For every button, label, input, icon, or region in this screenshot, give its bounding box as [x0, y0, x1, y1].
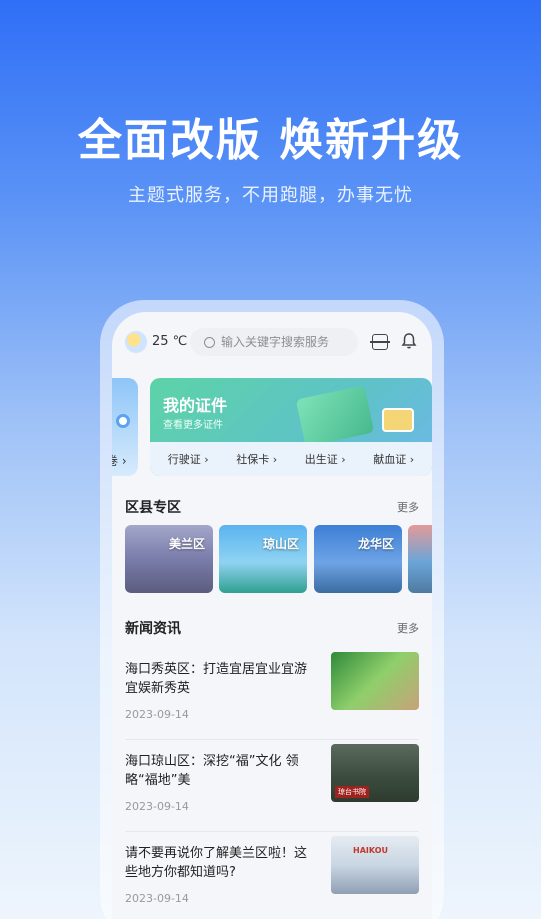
scan-icon[interactable] — [370, 334, 390, 350]
district-carousel: 美兰区 琼山区 龙华区 — [125, 525, 432, 595]
news-date: 2023-09-14 — [125, 708, 189, 721]
hero-title: 全面改版 焕新升级 — [77, 115, 464, 166]
card-emblem-icon — [116, 414, 130, 428]
link-social-security-card[interactable]: 社保卡 › — [236, 451, 277, 467]
search-bar[interactable] — [190, 328, 358, 356]
section-title: 新闻资讯 — [125, 621, 181, 637]
search-icon — [204, 336, 215, 348]
news-thumbnail — [331, 652, 419, 710]
certificate-illustration-icon — [295, 385, 375, 447]
thumbnail-caption: HAIKOU — [353, 846, 388, 855]
card-subtitle[interactable]: 查看更多证件 — [163, 416, 223, 431]
id-card-icon — [382, 408, 414, 432]
district-card-qiongshan[interactable]: 琼山区 — [219, 525, 307, 593]
districts-more-link[interactable]: 更多 — [397, 499, 419, 515]
district-label: 琼山区 — [262, 537, 299, 551]
news-title: 海口琼山区：深挖“福”文化 领略“福地”美 — [125, 754, 299, 788]
news-item[interactable]: 海口琼山区：深挖“福”文化 领略“福地”美 2023-09-14 琼台书院 — [125, 742, 419, 832]
district-card-next[interactable] — [408, 525, 432, 593]
link-birth-certificate[interactable]: 出生证 › — [305, 451, 346, 467]
news-list: 海口秀英区：打造宜居宜业宜游宜娱新秀英 2023-09-14 海口琼山区：深挖“… — [125, 650, 419, 919]
certificate-cards: 卷 › 我的证件 查看更多证件 行驶证 › 社保卡 › 出生证 › 献血证 › — [112, 378, 432, 478]
search-input[interactable] — [221, 335, 351, 349]
news-title: 请不要再说你了解美兰区啦！这些地方你都知道吗? — [125, 846, 308, 880]
thumbnail-caption: 琼台书院 — [335, 786, 369, 798]
news-item[interactable]: 海口秀英区：打造宜居宜业宜游宜娱新秀英 2023-09-14 — [125, 650, 419, 740]
app-screen: 25 ℃ 卷 › 我的证件 查看更多证件 行驶证 › — [112, 312, 432, 919]
news-thumbnail: HAIKOU — [331, 836, 419, 894]
districts-header: 区县专区 更多 — [125, 497, 419, 517]
news-header: 新闻资讯 更多 — [125, 618, 419, 638]
temperature: 25 ℃ — [152, 334, 188, 349]
news-item[interactable]: 请不要再说你了解美兰区啦！这些地方你都知道吗? 2023-09-14 HAIKO… — [125, 834, 419, 919]
district-label: 美兰区 — [168, 537, 205, 551]
top-bar: 25 ℃ — [112, 326, 432, 358]
news-more-link[interactable]: 更多 — [397, 620, 419, 636]
card-title: 我的证件 — [163, 396, 228, 415]
my-certificates-card[interactable]: 我的证件 查看更多证件 行驶证 › 社保卡 › 出生证 › 献血证 › — [150, 378, 432, 476]
weather-icon — [125, 331, 147, 353]
previous-card[interactable]: 卷 › — [112, 378, 138, 476]
hero-subtitle: 主题式服务，不用跑腿，办事无忧 — [128, 185, 413, 206]
phone-frame: 25 ℃ 卷 › 我的证件 查看更多证件 行驶证 › — [100, 300, 444, 919]
link-blood-donation-certificate[interactable]: 献血证 › — [373, 451, 414, 467]
previous-card-link: 卷 › — [112, 454, 127, 468]
district-card-meilan[interactable]: 美兰区 — [125, 525, 213, 593]
news-date: 2023-09-14 — [125, 800, 189, 813]
certificate-links: 行驶证 › 社保卡 › 出生证 › 献血证 › — [150, 442, 432, 476]
section-title: 区县专区 — [125, 500, 181, 516]
district-label: 龙华区 — [357, 537, 394, 551]
bell-icon[interactable] — [401, 332, 417, 350]
news-title: 海口秀英区：打造宜居宜业宜游宜娱新秀英 — [125, 662, 308, 696]
news-thumbnail: 琼台书院 — [331, 744, 419, 802]
link-driving-license[interactable]: 行驶证 › — [168, 451, 209, 467]
news-date: 2023-09-14 — [125, 892, 189, 905]
district-card-longhua[interactable]: 龙华区 — [314, 525, 402, 593]
